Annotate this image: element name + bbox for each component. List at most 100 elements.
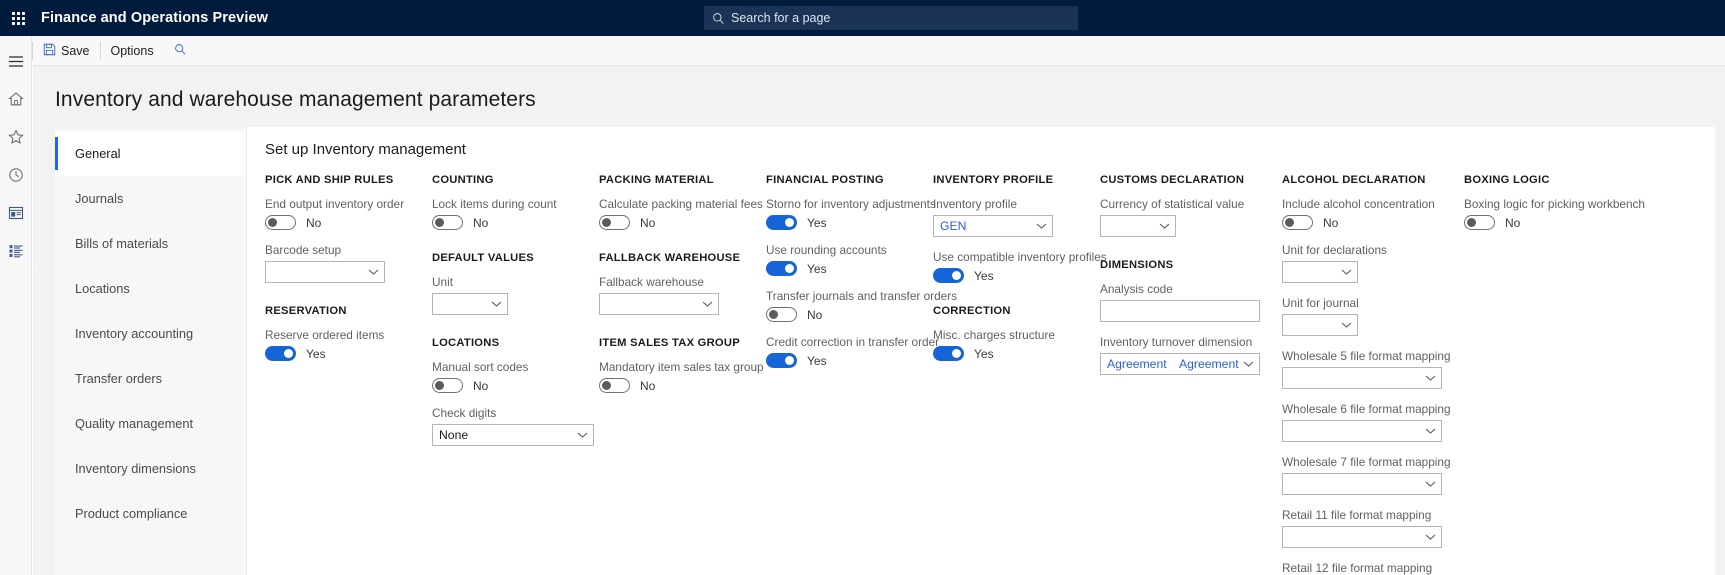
field-label: End output inventory order [265,197,405,211]
dropdown-analysis-code[interactable] [1100,300,1260,322]
favorites-star-icon[interactable] [0,118,32,156]
toggle-manual-sort-codes[interactable] [432,378,463,393]
field-label: Include alcohol concentration [1282,197,1435,211]
field-misc-charges-structure: Misc. charges structure Yes [933,328,1090,361]
global-search-input[interactable]: Search for a page [704,6,1078,30]
tab-journals[interactable]: Journals [55,176,246,221]
dropdown-retail-11-file-format-mapping[interactable] [1282,526,1442,548]
tab-locations[interactable]: Locations [55,266,246,311]
dropdown-inventory-turnover-dimension[interactable]: Agreement Agreement [1100,353,1260,375]
dropdown-check-digits[interactable]: None [432,424,594,446]
dropdown-unit-for-declarations[interactable] [1282,261,1358,283]
field-lock-items-during-count: Lock items during count No [432,197,589,230]
top-navigation-bar: Finance and Operations Preview Search fo… [0,0,1725,36]
chevron-down-icon [491,295,502,313]
chevron-down-icon [1341,316,1352,334]
toggle-storno-for-inventory-adjustments[interactable] [766,215,797,230]
field-wholesale-7-file-format-mapping: Wholesale 7 file format mapping [1282,455,1454,495]
toggle-mandatory-item-sales-tax-group[interactable] [599,378,630,393]
tab-inventory-accounting[interactable]: Inventory accounting [55,311,246,356]
toggle-knob [785,218,794,227]
section-title: Set up Inventory management [265,141,466,158]
field-label: Lock items during count [432,197,557,211]
group-header-fallback-warehouse: Fallback warehouse [599,252,741,264]
tab-transfer-orders[interactable]: Transfer orders [55,356,246,401]
field-inventory-turnover-dimension: Inventory turnover dimension Agreement A… [1100,335,1272,375]
field-wholesale-5-file-format-mapping: Wholesale 5 file format mapping [1282,349,1454,389]
group-header-locations: Locations [432,337,500,349]
field-mandatory-item-sales-tax-group: Mandatory item sales tax group No [599,360,764,393]
toggle-knob [952,271,961,280]
home-icon[interactable] [0,80,32,118]
toggle-transfer-journals-and-transfer-orders[interactable] [766,307,797,322]
fields-columns: Pick and ship rules End output inventory… [255,174,1715,575]
toggle-include-alcohol-concentration[interactable] [1282,215,1313,230]
group-header-financial-posting: Financial posting [766,174,884,186]
toggle-value: No [640,378,656,393]
toggle-reserve-ordered-items[interactable] [265,346,296,361]
tab-inventory-dimensions[interactable]: Inventory dimensions [55,446,246,491]
dropdown-unit-for-journal[interactable] [1282,314,1358,336]
workspaces-icon[interactable] [0,194,32,232]
options-button[interactable]: Options [101,36,164,66]
form-area: Set up Inventory management Pick and shi… [247,127,1715,575]
group-header-alcohol-declaration: Alcohol declaration [1282,174,1426,186]
field-label: Retail 11 file format mapping [1282,508,1432,522]
field-transfer-journals-and-transfer-orders: Transfer journals and transfer orders No [766,289,957,322]
chevron-down-icon [1425,528,1436,546]
field-label: Currency of statistical value [1100,197,1245,211]
field-label: Wholesale 5 file format mapping [1282,349,1451,363]
toggle-misc-charges-structure[interactable] [933,346,964,361]
tab-general[interactable]: General [55,131,246,176]
modules-list-icon[interactable] [0,232,32,270]
command-bar: Save Options [0,36,1725,66]
chevron-down-icon [1243,355,1254,373]
toggle-value: Yes [807,215,827,230]
tab-product-compliance[interactable]: Product compliance [55,491,246,536]
field-storno-for-inventory-adjustments: Storno for inventory adjustments Yes [766,197,936,230]
toggle-lock-items-during-count[interactable] [432,215,463,230]
field-label: Unit [432,275,453,289]
field-retail-11-file-format-mapping: Retail 11 file format mapping [1282,508,1454,548]
dropdown-fallback-warehouse[interactable] [599,293,719,315]
dropdown-unit[interactable] [432,293,508,315]
toggle-knob [284,349,293,358]
group-header-dimensions: Dimensions [1100,259,1174,271]
dropdown-wholesale-7-file-format-mapping[interactable] [1282,473,1442,495]
toggle-credit-correction-in-transfer-order[interactable] [766,353,797,368]
hamburger-menu-icon[interactable] [0,42,32,80]
chevron-down-icon [1425,422,1436,440]
toggle-knob [435,218,444,227]
recent-clock-icon[interactable] [0,156,32,194]
tab-quality-management[interactable]: Quality management [55,401,246,446]
field-reserve-ordered-items: Reserve ordered items Yes [265,328,422,361]
command-bar-search-button[interactable] [164,36,197,66]
field-check-digits: Check digits None [432,406,594,446]
field-label: Use compatible inventory profiles [933,250,1107,264]
toggle-value: No [640,215,656,230]
toggle-use-rounding-accounts[interactable] [766,261,797,276]
field-label: Wholesale 6 file format mapping [1282,402,1451,416]
toggle-use-compatible-inventory-profiles[interactable] [933,268,964,283]
toggle-end-output-inventory-order[interactable] [265,215,296,230]
dropdown-inventory-profile[interactable]: GEN [933,215,1053,237]
field-label: Check digits [432,406,497,420]
tab-label: Inventory dimensions [75,461,196,476]
column-counting: Counting Lock items during count No Defa… [422,174,594,575]
field-credit-correction-in-transfer-order: Credit correction in transfer order Yes [766,335,939,368]
toggle-knob [1285,218,1294,227]
tab-bills-of-materials[interactable]: Bills of materials [55,221,246,266]
dropdown-currency-of-statistical-value[interactable] [1100,215,1176,237]
column-alcohol-declaration: Alcohol declaration Include alcohol conc… [1272,174,1454,575]
dropdown-barcode-setup[interactable] [265,261,385,283]
save-button[interactable]: Save [33,36,100,66]
toggle-boxing-logic-for-picking-workbench[interactable] [1464,215,1495,230]
dropdown-wholesale-6-file-format-mapping[interactable] [1282,420,1442,442]
dropdown-wholesale-5-file-format-mapping[interactable] [1282,367,1442,389]
field-label: Use rounding accounts [766,243,887,257]
group-header-default-values: Default values [432,252,534,264]
column-boxing-logic: Boxing logic Boxing logic for picking wo… [1454,174,1645,575]
field-label: Unit for declarations [1282,243,1387,257]
app-launcher-icon[interactable] [0,0,36,36]
toggle-calculate-packing-material-fees[interactable] [599,215,630,230]
